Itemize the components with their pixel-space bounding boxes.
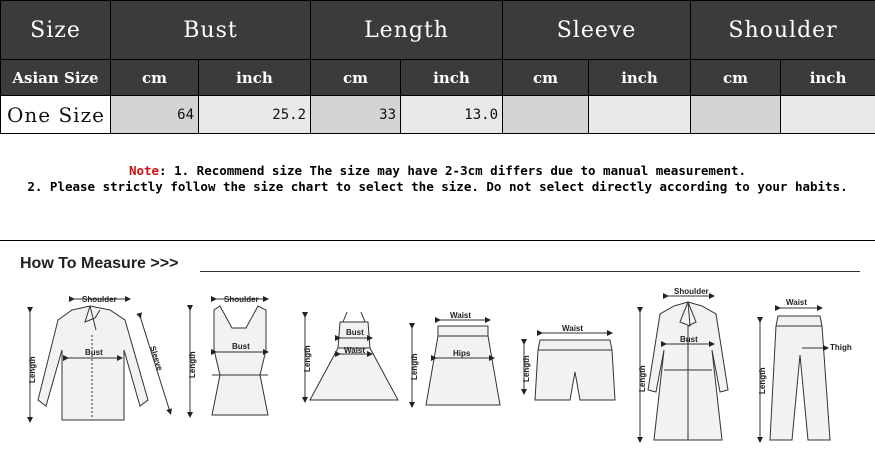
subheader-sleeve-cm: cm	[502, 59, 590, 96]
how-to-measure-title: How To Measure >>>	[20, 255, 179, 272]
subheader-bust-inch: inch	[198, 59, 311, 96]
coat-diagram	[637, 293, 729, 443]
label-shoulder-1: Shoulder	[82, 295, 117, 304]
cell-shoulder-inch	[780, 95, 875, 134]
note-line-2: 2. Please strictly follow the size chart…	[27, 179, 848, 194]
dress-diagram	[302, 311, 399, 403]
label-waist-5: Waist	[562, 324, 583, 333]
title-underline	[200, 271, 860, 272]
skirt-diagram	[409, 317, 501, 408]
label-thigh-7: Thigh	[830, 343, 852, 352]
cell-sleeve-cm	[502, 95, 590, 134]
header-sleeve: Sleeve	[502, 0, 692, 60]
blouse-diagram	[27, 296, 172, 423]
label-length-2: Length	[188, 351, 197, 378]
label-length-6: Length	[638, 365, 647, 392]
label-bust-1: Bust	[85, 348, 103, 357]
label-length-4: Length	[410, 353, 419, 380]
subheader-sleeve-inch: inch	[588, 59, 692, 96]
cell-sleeve-inch	[588, 95, 692, 134]
subheader-asian-size: Asian Size	[0, 59, 111, 96]
cell-bust-cm: 64	[110, 95, 199, 134]
note-text-1: : 1. Recommend size The size may have 2-…	[159, 163, 747, 178]
note-label: Note	[128, 163, 160, 178]
label-sleeve-1: Sleeve	[148, 345, 165, 372]
header-bust: Bust	[110, 0, 311, 60]
subheader-length-cm: cm	[310, 59, 401, 96]
cell-bust-inch: 25.2	[198, 95, 311, 134]
label-waist-7: Waist	[786, 298, 807, 307]
shorts-diagram	[521, 330, 616, 401]
subheader-shoulder-cm: cm	[690, 59, 782, 96]
subheader-length-inch: inch	[399, 59, 504, 96]
note-line-1: Note: 1. Recommend size The size may hav…	[0, 163, 875, 179]
header-size: Size	[0, 0, 111, 60]
label-waist-3: Waist	[344, 346, 365, 355]
subheader-bust-cm: cm	[110, 59, 199, 96]
label-length-3: Length	[303, 345, 312, 372]
header-length: Length	[309, 0, 504, 60]
label-bust-6: Bust	[680, 335, 698, 344]
label-bust-2: Bust	[232, 342, 250, 351]
section-divider	[0, 240, 875, 241]
size-chart-table: Size Bust Length Sleeve Shoulder Asian S…	[0, 0, 875, 134]
pants-diagram	[757, 305, 831, 443]
row-size-label: One Size	[0, 95, 111, 134]
cell-length-cm: 33	[310, 95, 401, 134]
label-length-5: Length	[522, 355, 531, 382]
subheader-shoulder-inch: inch	[780, 59, 875, 96]
camisole-diagram	[187, 296, 269, 418]
measurement-diagrams: Shoulder Bust Length Sleeve Shoulder Bus…	[27, 287, 852, 443]
label-bust-3: Bust	[346, 328, 364, 337]
label-length-1: Length	[28, 356, 37, 383]
label-shoulder-2: Shoulder	[224, 295, 259, 304]
label-shoulder-6: Shoulder	[674, 287, 709, 296]
cell-length-inch: 13.0	[399, 95, 504, 134]
label-hips-4: Hips	[453, 349, 471, 358]
size-note: Note: 1. Recommend size The size may hav…	[0, 163, 875, 195]
label-length-7: Length	[758, 367, 767, 394]
label-waist-4: Waist	[450, 311, 471, 320]
header-shoulder: Shoulder	[690, 0, 875, 60]
cell-shoulder-cm	[690, 95, 782, 134]
